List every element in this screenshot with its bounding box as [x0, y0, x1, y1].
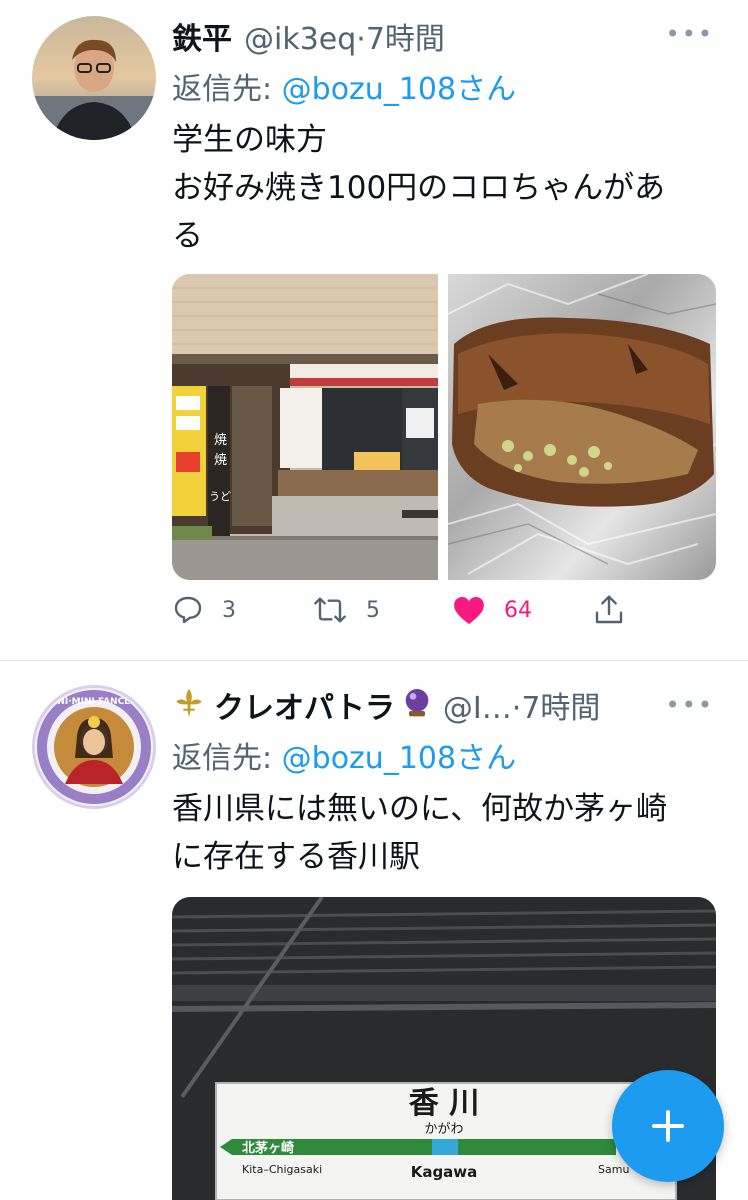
- food-photo: [448, 274, 716, 580]
- tweet-text-line: 香川県には無いのに、何故か茅ヶ崎: [172, 791, 668, 827]
- share-icon: [595, 595, 623, 624]
- shop-sign-char: 焼: [214, 433, 227, 448]
- reply-mention[interactable]: @bozu_108さん: [282, 741, 516, 776]
- shop-sign-char: 焼: [214, 453, 227, 468]
- avatar-photo: [32, 16, 156, 140]
- station-kana: かがわ: [424, 1122, 463, 1137]
- like-count: 64: [504, 597, 532, 623]
- retweet-count: 5: [366, 597, 380, 623]
- next-station-romaji: Samu: [598, 1163, 629, 1176]
- prev-station: 北茅ヶ崎: [242, 1140, 294, 1156]
- plus-icon: [652, 1110, 684, 1142]
- reply-prefix: 返信先:: [172, 72, 282, 107]
- tweet-text: 香川県には無いのに、何故か茅ヶ崎 に存在する香川駅: [172, 785, 732, 881]
- shop-photo: 焼 焼 うどん: [172, 274, 438, 580]
- tweet-text: 学生の味方 お好み焼き100円のコロちゃんがあ る: [172, 116, 732, 260]
- station-name: 香 川: [409, 1086, 479, 1121]
- crystal-ball-icon: [405, 689, 429, 717]
- retweet-icon: [314, 597, 346, 623]
- author-handle[interactable]: @I…: [443, 691, 512, 726]
- tweet-text-line: 学生の味方: [172, 122, 327, 158]
- author-name[interactable]: クレオパトラ: [214, 683, 395, 727]
- reply-count: 3: [222, 597, 236, 623]
- retweet-button[interactable]: 5: [312, 594, 380, 626]
- timestamp[interactable]: 7時間: [521, 683, 600, 727]
- avatar-teppei[interactable]: [32, 16, 156, 140]
- media-food-photo[interactable]: [448, 274, 716, 580]
- tweet-text-line: に存在する香川駅: [172, 839, 420, 875]
- more-icon[interactable]: •••: [666, 20, 714, 48]
- tweet-text-line: る: [172, 218, 203, 254]
- reply-prefix: 返信先:: [172, 741, 282, 776]
- reply-mention[interactable]: @bozu_108さん: [282, 72, 516, 107]
- tweet-actions: 3 5 64: [172, 594, 642, 642]
- share-button[interactable]: [594, 594, 624, 626]
- reply-to: 返信先: @bozu_108さん: [172, 733, 516, 777]
- station-romaji: Kagawa: [411, 1163, 478, 1181]
- fleur-de-lis-icon: [176, 688, 202, 718]
- avatar-cleopatra[interactable]: INI·MINI FANCL!: [32, 685, 156, 809]
- reply-to: 返信先: @bozu_108さん: [172, 64, 516, 108]
- separator-dot: ·: [356, 22, 366, 57]
- reply-icon: [174, 596, 202, 624]
- tweet-header: クレオパトラ @I… · 7時間: [172, 683, 600, 726]
- timestamp[interactable]: 7時間: [366, 14, 445, 58]
- more-icon[interactable]: •••: [666, 691, 714, 719]
- compose-button[interactable]: [612, 1070, 724, 1182]
- separator-dot: ·: [511, 691, 522, 726]
- tweet-header: 鉄平 @ik3eq · 7時間: [172, 14, 445, 57]
- tweet-1[interactable]: 鉄平 @ik3eq · 7時間 ••• 返信先: @bozu_108さん 学生の…: [0, 0, 748, 660]
- prev-station-romaji: Kita–Chigasaki: [242, 1163, 322, 1176]
- like-button[interactable]: 64: [452, 594, 532, 626]
- author-name[interactable]: 鉄平: [172, 14, 232, 58]
- media-shop-photo[interactable]: 焼 焼 うどん: [172, 274, 438, 580]
- heart-icon: [454, 596, 484, 625]
- reply-button[interactable]: 3: [172, 594, 236, 626]
- author-handle[interactable]: @ik3eq: [244, 22, 356, 57]
- avatar-badge-text: INI·MINI FANCL!: [54, 697, 134, 707]
- tweet-text-line: お好み焼き100円のコロちゃんがあ: [172, 170, 666, 206]
- avatar-badge: INI·MINI FANCL!: [35, 688, 153, 806]
